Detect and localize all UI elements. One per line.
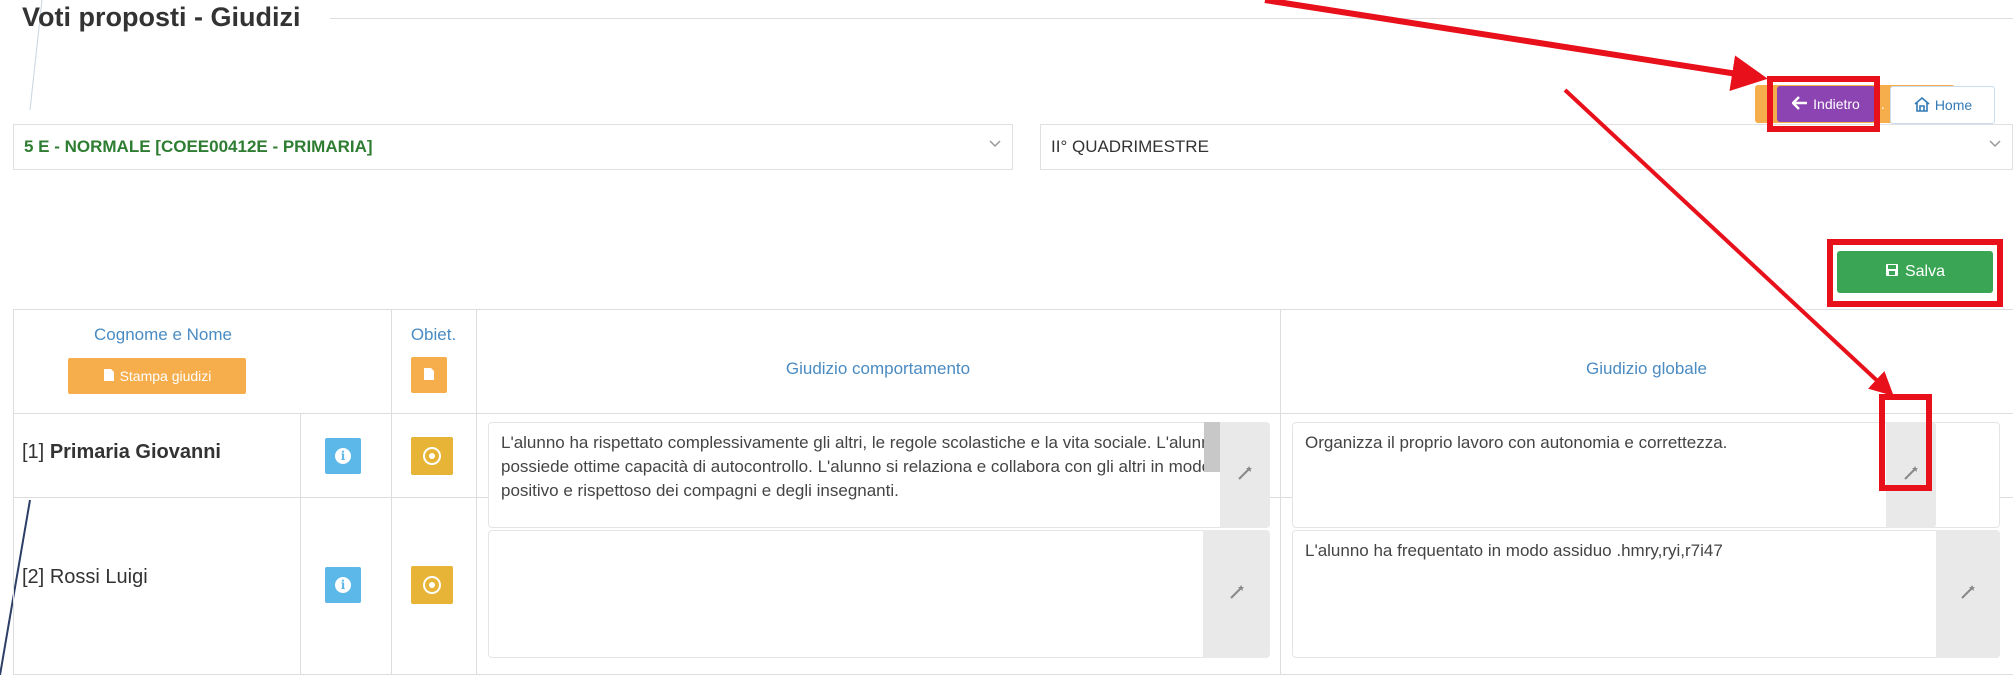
annotation-arrows <box>1264 0 1894 397</box>
annotation-arrow <box>1563 88 1894 397</box>
annotation-arrow <box>1264 0 1768 91</box>
